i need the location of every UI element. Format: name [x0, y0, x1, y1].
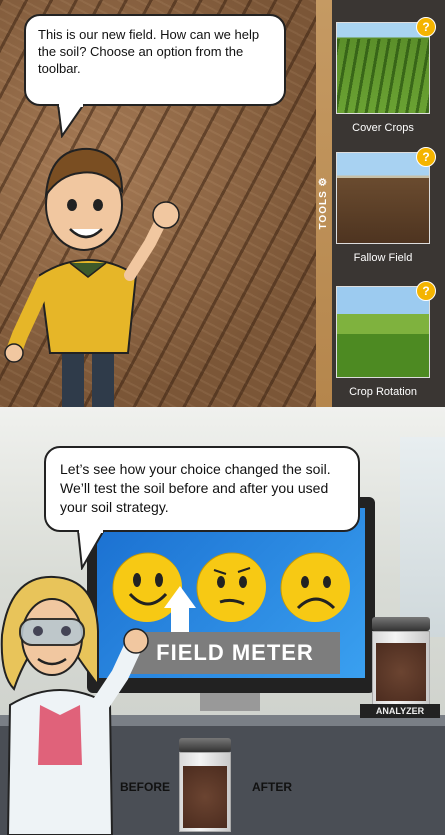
unsure-face-icon[interactable]	[196, 552, 266, 622]
scientist-bubble-tail	[77, 530, 105, 570]
field-scene: This is our new field. How can we help t…	[0, 0, 445, 407]
scientist-speech-text: Let’s see how your choice changed the so…	[60, 461, 331, 515]
selection-arrow-icon	[164, 586, 196, 608]
tool-cover-crops[interactable]: ? Cover Crops	[336, 17, 436, 134]
scientist-speech-bubble: Let’s see how your choice changed the so…	[44, 446, 360, 532]
cover-crops-help-icon[interactable]: ?	[416, 17, 436, 37]
cover-crops-label: Cover Crops	[352, 122, 414, 134]
sad-face-icon[interactable]	[280, 552, 350, 622]
fallow-field-label: Fallow Field	[353, 252, 413, 264]
scientist-character	[0, 575, 149, 835]
lab-window	[400, 437, 445, 637]
after-label: AFTER	[252, 780, 292, 794]
field-meter-label: FIELD METER	[130, 632, 340, 674]
monitor-stand	[200, 693, 260, 711]
analyzer-soil	[376, 643, 426, 701]
crop-rotation-label: Crop Rotation	[349, 386, 417, 398]
selection-arrow-shaft	[171, 607, 189, 635]
tool-fallow-field[interactable]: ? Fallow Field	[336, 147, 436, 264]
fallow-field-image[interactable]	[336, 152, 430, 244]
gear-icon: ⚙	[318, 176, 329, 187]
farmer-speech-bubble: This is our new field. How can we help t…	[24, 14, 286, 106]
tools-tab-label[interactable]: TOOLS ⚙	[318, 173, 334, 233]
sample-jar[interactable]	[179, 738, 231, 832]
cover-crops-image[interactable]	[336, 22, 430, 114]
analyzer-jar-body	[372, 631, 430, 705]
crop-rotation-help-icon[interactable]: ?	[416, 281, 436, 301]
analyzer-label: ANALYZER	[360, 704, 440, 718]
farmer-character	[4, 147, 180, 407]
tool-crop-rotation[interactable]: ? Crop Rotation	[336, 281, 436, 398]
analyzer-jar-lid	[372, 617, 430, 631]
crop-rotation-image[interactable]	[336, 286, 430, 378]
speech-bubble-tail	[57, 104, 85, 138]
tools-label-text: TOOLS	[318, 190, 329, 230]
farmer-speech-text: This is our new field. How can we help t…	[38, 27, 260, 76]
analyzer-jar[interactable]	[372, 617, 430, 705]
sample-soil	[183, 766, 227, 828]
sample-jar-body	[179, 752, 231, 832]
before-label: BEFORE	[120, 780, 171, 794]
fallow-field-help-icon[interactable]: ?	[416, 147, 436, 167]
sample-jar-lid	[179, 738, 231, 752]
